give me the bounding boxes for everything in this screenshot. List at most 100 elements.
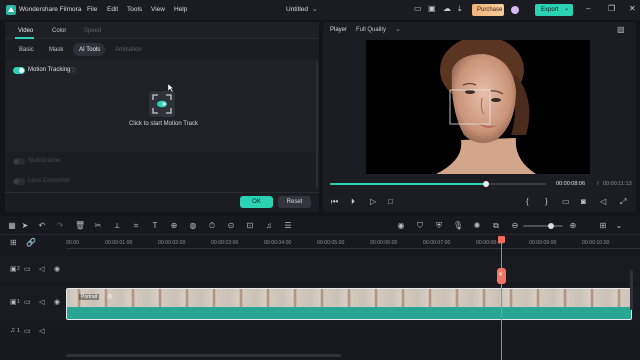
subtab-mask[interactable]: Mask [49,47,63,53]
playhead-split-marker[interactable]: ✕ [497,268,506,284]
play-icon[interactable]: ▷ [370,197,376,206]
stabilize-icon[interactable]: ⊡ [245,221,255,230]
video-preview[interactable] [366,40,590,174]
video-clip[interactable]: Portrait ◎ [66,288,632,320]
maximize-icon[interactable]: ❐ [608,4,615,13]
mark-in-icon[interactable]: { [526,197,529,206]
zoom-in-icon[interactable]: ⊕ [568,221,578,230]
tab-video[interactable]: Video [18,28,33,34]
ruler-tick: 00:00:03:00 [211,240,239,246]
stop-icon[interactable]: □ [388,197,393,206]
duration-icon[interactable]: ⊙ [226,221,236,230]
zoom-slider-handle[interactable] [548,223,554,229]
zoom-slider[interactable] [523,225,563,227]
menu-tools[interactable]: Tools [127,6,142,13]
delete-icon[interactable]: 🗑 [75,221,85,230]
previous-frame-icon[interactable]: ⏮ [331,197,338,207]
download-icon[interactable]: ⤓ [458,4,462,14]
timeline-vertical-scrollbar[interactable] [630,270,633,310]
menu-file[interactable]: File [87,6,97,13]
tab-color[interactable]: Color [52,28,66,34]
layout-icon[interactable]: ▦ [7,221,17,230]
subtab-basic[interactable]: Basic [19,47,34,53]
shield-icon[interactable]: ⛨ [434,221,444,231]
playhead-handle[interactable] [498,236,505,243]
eye-icon[interactable]: ◉ [54,265,60,273]
ok-button[interactable]: OK [240,196,273,208]
subtab-animation[interactable]: Animation [115,47,142,53]
eye-icon[interactable]: ◉ [54,298,60,306]
monitor-icon[interactable]: ▭ [414,4,422,13]
undo-icon[interactable]: ↶ [37,221,47,230]
motion-track-start-button[interactable] [149,91,175,117]
tab-speed[interactable]: Speed [84,28,101,34]
lens-correction-toggle[interactable] [13,178,25,185]
time-separator: / [597,181,599,187]
player-progress-handle[interactable] [482,181,489,187]
panel-scrollbar[interactable] [316,62,318,188]
volume-icon[interactable]: ◁ [600,197,606,206]
timeline-scrollbar[interactable] [66,354,341,357]
avatar[interactable] [511,6,519,14]
ruler-tick: 00:00:02:00 [158,240,186,246]
minimize-icon[interactable]: – [586,4,590,13]
redo-icon[interactable]: ↷ [55,221,65,230]
snapshot-icon[interactable]: ▨ [617,25,625,34]
close-icon[interactable]: ✕ [629,4,636,13]
speed-icon[interactable]: ⏱ [207,221,217,231]
folder-icon[interactable]: ▭ [24,298,31,306]
more-icon[interactable]: ⌄ [614,221,624,230]
audio-icon[interactable]: ◁ [39,298,44,306]
menu-help[interactable]: Help [174,6,187,13]
purchase-button[interactable]: Purchase [472,4,504,16]
step-play-icon[interactable]: ⏵ [351,197,355,207]
snap-icon[interactable]: ⧉ [491,221,501,231]
export-button[interactable]: Export ⌄ [535,4,573,16]
stabilization-label: Stabilization [28,158,61,164]
cut-icon[interactable]: ✂ [93,221,103,230]
motion-tracking-toggle[interactable] [13,67,25,74]
ai-icon[interactable]: ✺ [472,221,482,230]
folder-icon[interactable]: ▭ [24,327,31,335]
adjust-icon[interactable]: ☰ [283,221,293,230]
grid-icon[interactable]: ⊞ [598,221,608,230]
camera-icon[interactable]: ◙ [581,197,586,206]
folder-icon[interactable]: ▭ [24,265,31,273]
filmora-logo-icon [6,5,16,15]
chevron-down-icon[interactable]: ⌄ [312,5,318,13]
fullscreen-icon[interactable]: ⤢ [620,197,626,207]
save-icon[interactable]: ▣ [428,4,436,13]
display-icon[interactable]: ▭ [562,197,570,206]
link-icon[interactable]: 🔗 [26,238,36,247]
menu-edit[interactable]: Edit [107,6,118,13]
audio-icon[interactable]: ◁ [39,265,44,273]
music-note-icon: ♫ [10,327,16,334]
audio-edit-icon[interactable]: ♫ [264,221,274,230]
help-icon[interactable]: ⓘ [70,66,76,75]
audio-icon[interactable]: ◁ [39,327,44,335]
ruler-tick: 00:00 [66,240,79,246]
pointer-icon[interactable]: ➤ [20,221,30,230]
player-label: Player [330,27,348,33]
text-icon[interactable]: T [150,221,160,230]
stabilization-toggle[interactable] [13,158,25,165]
color-icon[interactable]: ◍ [188,221,198,230]
split-icon[interactable]: ⟂ [112,221,122,231]
app-name: Wondershare Filmora [19,6,82,13]
render-icon[interactable]: ◉ [396,221,406,230]
crop-icon[interactable]: ⌗ [131,221,141,231]
mark-out-icon[interactable]: } [545,197,548,206]
quality-select[interactable]: Full Quality [356,27,386,33]
reset-button[interactable]: Reset [278,196,311,208]
zoom-out-icon[interactable]: ⊖ [510,221,520,230]
microphone-icon[interactable]: 🎙 [453,221,463,230]
chevron-down-icon[interactable]: ⌄ [395,25,401,33]
cloud-icon[interactable]: ☁ [443,4,451,13]
subtab-ai-tools[interactable]: AI Tools [73,43,105,56]
add-track-icon[interactable]: ⊞ [10,238,17,247]
zoom-icon[interactable]: ⊕ [169,221,179,230]
project-title: Untitled [286,6,309,13]
marker-icon[interactable]: ⛉ [415,221,425,231]
menu-view[interactable]: View [151,6,165,13]
track-number: 1 [17,328,20,334]
